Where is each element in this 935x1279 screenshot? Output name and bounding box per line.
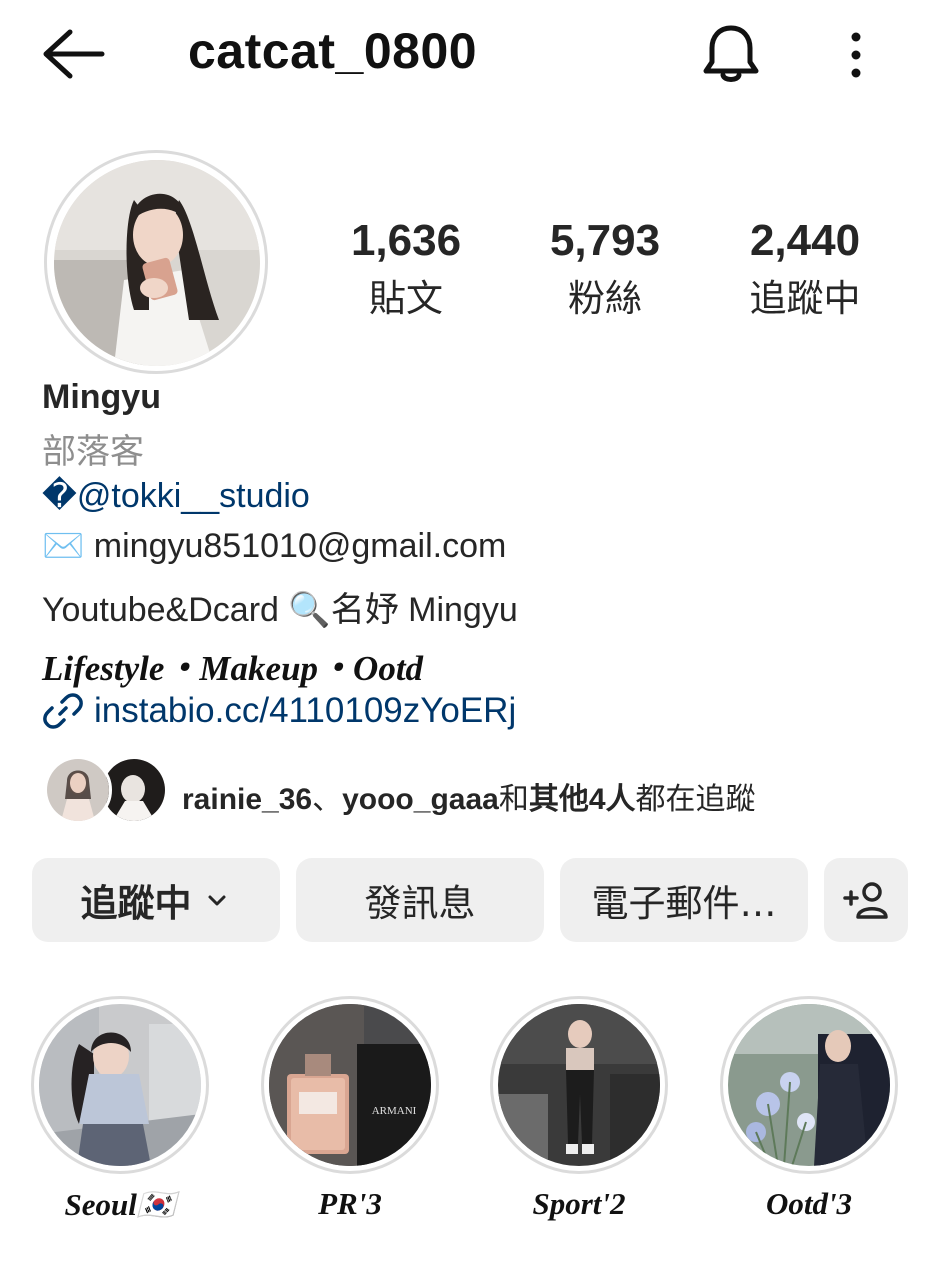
bio-email: mingyu851010@gmail.com — [93, 527, 507, 565]
highlight-pr[interactable]: ARMANI — [269, 1004, 431, 1166]
following-count: 2,440 — [749, 216, 861, 265]
bio-email-line: ✉️ mingyu851010@gmail.com — [42, 526, 506, 566]
posts-label: 貼文 — [369, 277, 443, 320]
highlight-label-ootd: Ootd'3 — [765, 1186, 853, 1221]
email-button[interactable]: 電子郵件… — [560, 858, 808, 942]
bio-mention-line: �@tokki__studio — [42, 476, 310, 516]
profile-name: Mingyu — [42, 378, 161, 416]
highlight-label-seoul: Seoul🇰🇷 — [64, 1187, 176, 1222]
message-button-label: 發訊息 — [364, 882, 476, 925]
posts-stat[interactable]: 1,636 貼文 — [306, 216, 506, 322]
mutual-others: 其他4人 — [528, 783, 636, 816]
link-icon — [43, 693, 83, 729]
email-button-label: 電子郵件… — [591, 882, 777, 925]
mention-link[interactable]: @tokki__studio — [77, 477, 310, 515]
profile-avatar[interactable] — [54, 160, 260, 366]
and-text: 和 — [498, 783, 529, 816]
followers-stat[interactable]: 5,793 粉絲 — [505, 216, 705, 322]
add-user-button[interactable] — [824, 858, 908, 942]
followed-suffix: 都在追蹤 — [635, 783, 756, 816]
envelope-icon: ✉️ — [42, 527, 85, 565]
following-label: 追蹤中 — [749, 277, 861, 320]
profile-category: 部落客 — [42, 432, 144, 472]
highlight-sport[interactable] — [498, 1004, 660, 1166]
back-arrow-icon[interactable] — [40, 26, 106, 82]
message-button[interactable]: 發訊息 — [296, 858, 544, 942]
bio-link[interactable]: instabio.cc/4110109zYoERj — [42, 690, 516, 732]
profile-username: catcat_0800 — [188, 23, 478, 79]
following-button-label: 追蹤中 — [80, 882, 192, 925]
followers-count: 5,793 — [549, 216, 661, 265]
highlight-label-sport: Sport'2 — [532, 1186, 626, 1221]
separator: 、 — [312, 783, 343, 816]
mention-prefix: � — [42, 477, 77, 515]
mutual-user-2: yooo_gaaa — [342, 783, 499, 816]
add-person-icon — [843, 882, 888, 919]
mutual-user-1: rainie_36 — [182, 783, 313, 816]
svg-text:ARMANI: ARMANI — [372, 1105, 417, 1117]
more-options-icon[interactable] — [836, 28, 876, 82]
posts-count: 1,636 — [350, 216, 462, 265]
bio-link-text: instabio.cc/4110109zYoERj — [94, 691, 517, 730]
bio-tagline: Lifestyle・Makeup・Ootd — [42, 649, 424, 688]
bell-icon[interactable] — [700, 22, 762, 86]
highlight-label-pr: PR'3 — [318, 1186, 382, 1221]
followed-by-text[interactable]: rainie_36、yooo_gaaa和其他4人都在追蹤 — [182, 774, 756, 818]
following-button[interactable]: 追蹤中 — [32, 858, 280, 942]
followers-label: 粉絲 — [568, 277, 642, 320]
highlight-ootd[interactable] — [728, 1004, 890, 1166]
mutual-follower-avatar-1 — [44, 756, 112, 824]
chevron-down-icon — [208, 895, 225, 906]
following-stat[interactable]: 2,440 追蹤中 — [705, 216, 905, 322]
bio-youtube-line: Youtube&Dcard 🔍名妤 Mingyu — [42, 591, 518, 629]
highlight-seoul[interactable] — [39, 1004, 201, 1166]
